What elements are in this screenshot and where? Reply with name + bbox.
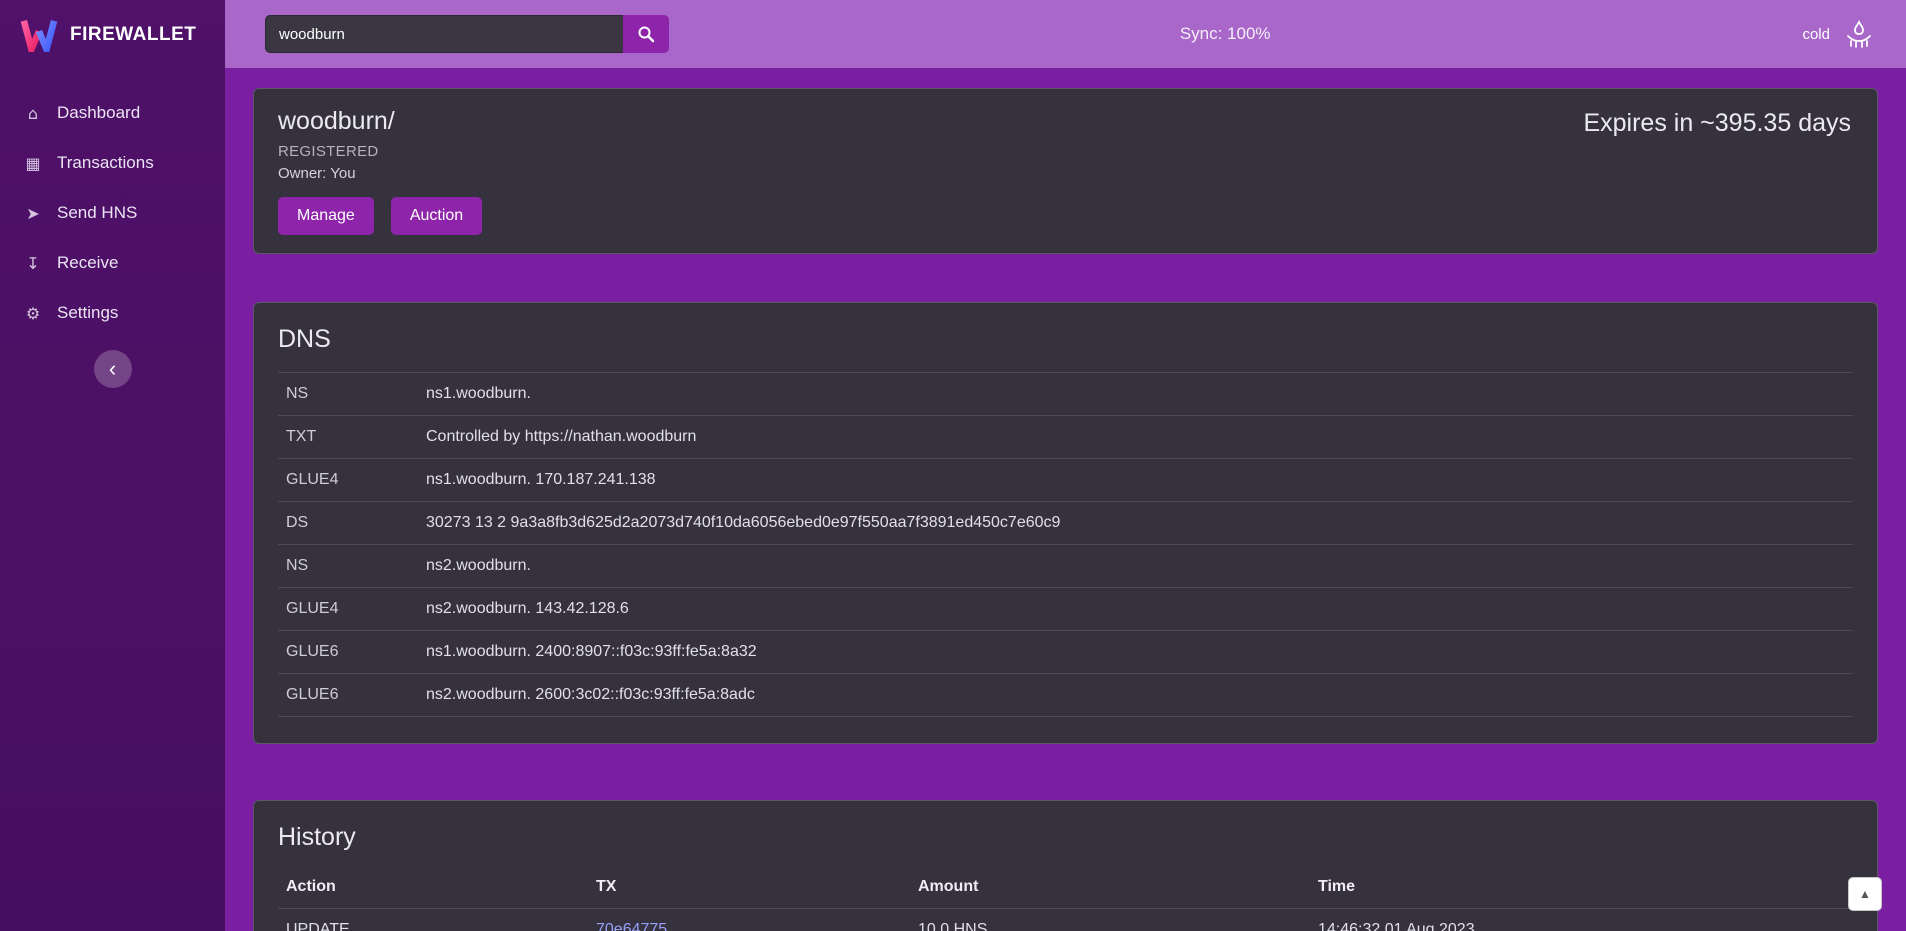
search-input[interactable] xyxy=(265,15,623,53)
history-card: History Action TX Amount Time UPDATE 70e… xyxy=(253,800,1878,931)
domain-status: REGISTERED xyxy=(278,143,1853,160)
history-col-time: Time xyxy=(1318,878,1853,896)
history-col-amount: Amount xyxy=(918,878,1318,896)
sidebar-nav: ⌂ Dashboard ▦ Transactions ➤ Send HNS ↧ … xyxy=(0,88,225,338)
wallet-indicator[interactable]: cold xyxy=(1802,19,1876,49)
dns-record-row: GLUE4 ns2.woodburn. 143.42.128.6 xyxy=(278,588,1853,631)
sidebar-item-label: Send HNS xyxy=(57,203,137,223)
dns-record-row: GLUE6 ns2.woodburn. 2600:3c02::f03c:93ff… xyxy=(278,674,1853,717)
dns-record-value: ns1.woodburn. 2400:8907::f03c:93ff:fe5a:… xyxy=(426,643,1853,661)
dns-record-type: GLUE4 xyxy=(286,471,426,489)
domain-owner: Owner: You xyxy=(278,165,1853,182)
history-col-action: Action xyxy=(286,878,596,896)
dns-record-type: GLUE6 xyxy=(286,643,426,661)
firewallet-logo-icon xyxy=(20,18,58,52)
sync-status: Sync: 100% xyxy=(1180,24,1271,44)
receive-icon: ↧ xyxy=(22,254,44,273)
dns-table: NS ns1.woodburn. TXT Controlled by https… xyxy=(278,372,1853,717)
dns-card: DNS NS ns1.woodburn. TXT Controlled by h… xyxy=(253,302,1878,744)
dns-record-value: ns1.woodburn. 170.187.241.138 xyxy=(426,471,1853,489)
search-button[interactable] xyxy=(623,15,669,53)
history-amount: 10.0 HNS xyxy=(918,921,1318,931)
search-icon xyxy=(637,25,655,43)
sidebar-item-send-hns[interactable]: ➤ Send HNS xyxy=(0,188,225,238)
dns-record-row: DS 30273 13 2 9a3a8fb3d625d2a2073d740f10… xyxy=(278,502,1853,545)
settings-icon: ⚙ xyxy=(22,304,44,323)
domain-card: woodburn/ REGISTERED Owner: You Manage A… xyxy=(253,88,1878,254)
history-action: UPDATE xyxy=(286,921,596,931)
sidebar-item-label: Dashboard xyxy=(57,103,140,123)
sidebar-collapse-button[interactable]: ‹ xyxy=(94,350,132,388)
dns-record-type: NS xyxy=(286,385,426,403)
main-area: Sync: 100% cold woodburn/ REGISTERED Own… xyxy=(225,0,1906,931)
dns-record-type: GLUE4 xyxy=(286,600,426,618)
sidebar-item-transactions[interactable]: ▦ Transactions xyxy=(0,138,225,188)
dns-record-row: NS ns1.woodburn. xyxy=(278,373,1853,416)
auction-button[interactable]: Auction xyxy=(391,197,482,235)
dns-record-row: NS ns2.woodburn. xyxy=(278,545,1853,588)
dns-record-row: TXT Controlled by https://nathan.woodbur… xyxy=(278,416,1853,459)
top-header: Sync: 100% cold xyxy=(225,0,1906,68)
scroll-to-top-button[interactable]: ▲ xyxy=(1848,877,1882,911)
domain-actions: Manage Auction xyxy=(278,197,1853,235)
sidebar-item-settings[interactable]: ⚙ Settings xyxy=(0,288,225,338)
fire-hand-icon xyxy=(1842,19,1876,49)
tx-link[interactable]: 70e64775... xyxy=(596,921,681,931)
history-row: UPDATE 70e64775... 10.0 HNS 14:46:32 01 … xyxy=(278,909,1853,931)
sidebar-item-label: Transactions xyxy=(57,153,154,173)
dns-record-type: TXT xyxy=(286,428,426,446)
dns-record-value: 30273 13 2 9a3a8fb3d625d2a2073d740f10da6… xyxy=(426,514,1853,532)
history-col-tx: TX xyxy=(596,878,918,896)
dns-record-value: ns2.woodburn. 2600:3c02::f03c:93ff:fe5a:… xyxy=(426,686,1853,704)
sidebar-item-label: Settings xyxy=(57,303,118,323)
dns-record-row: GLUE6 ns1.woodburn. 2400:8907::f03c:93ff… xyxy=(278,631,1853,674)
history-title: History xyxy=(278,823,1853,852)
dns-record-type: NS xyxy=(286,557,426,575)
sidebar-item-dashboard[interactable]: ⌂ Dashboard xyxy=(0,88,225,138)
history-header-row: Action TX Amount Time xyxy=(278,870,1853,909)
wallet-name: cold xyxy=(1802,26,1830,43)
search-bar xyxy=(265,15,669,53)
dns-record-type: DS xyxy=(286,514,426,532)
transactions-icon: ▦ xyxy=(22,154,44,173)
sidebar-item-receive[interactable]: ↧ Receive xyxy=(0,238,225,288)
expiry-label: Expires in ~395.35 days xyxy=(1583,109,1851,138)
manage-button[interactable]: Manage xyxy=(278,197,374,235)
dns-record-type: GLUE6 xyxy=(286,686,426,704)
dns-title: DNS xyxy=(278,325,1853,354)
dns-record-value: Controlled by https://nathan.woodburn xyxy=(426,428,1853,446)
chevron-left-icon: ‹ xyxy=(109,358,116,380)
dns-record-value: ns2.woodburn. 143.42.128.6 xyxy=(426,600,1853,618)
send-icon: ➤ xyxy=(22,204,44,223)
page-content: woodburn/ REGISTERED Owner: You Manage A… xyxy=(225,68,1906,931)
dashboard-icon: ⌂ xyxy=(22,104,44,123)
sidebar-item-label: Receive xyxy=(57,253,118,273)
dns-record-value: ns2.woodburn. xyxy=(426,557,1853,575)
app-title: FIREWALLET xyxy=(70,24,196,46)
dns-record-row: GLUE4 ns1.woodburn. 170.187.241.138 xyxy=(278,459,1853,502)
history-time: 14:46:32 01 Aug 2023 xyxy=(1318,921,1853,931)
sidebar: FIREWALLET ⌂ Dashboard ▦ Transactions ➤ … xyxy=(0,0,225,931)
chevron-up-icon: ▲ xyxy=(1859,887,1871,901)
dns-record-value: ns1.woodburn. xyxy=(426,385,1853,403)
app-logo[interactable]: FIREWALLET xyxy=(0,0,225,66)
